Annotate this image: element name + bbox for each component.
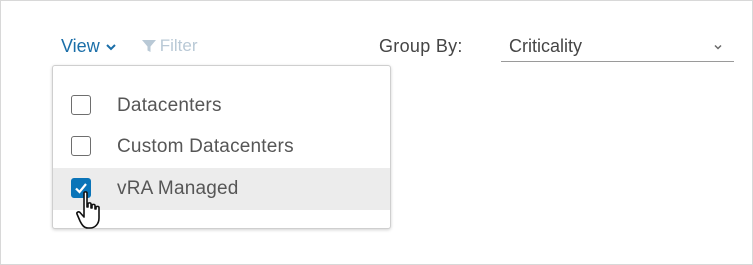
group-by-select[interactable]: Criticality bbox=[501, 31, 734, 62]
funnel-icon bbox=[141, 40, 156, 52]
checkbox-datacenters[interactable] bbox=[71, 95, 91, 115]
view-label: View bbox=[61, 35, 100, 56]
group-by-label: Group By: bbox=[379, 35, 463, 56]
menu-item-datacenters[interactable]: Datacenters bbox=[53, 85, 390, 127]
hand-pointer-cursor-icon bbox=[76, 191, 100, 229]
view-button[interactable]: View bbox=[61, 36, 117, 57]
filter-button[interactable]: Filter bbox=[141, 36, 198, 56]
panel: View Filter Group By: Criticality Datace… bbox=[0, 0, 753, 265]
checkbox-custom-datacenters[interactable] bbox=[71, 136, 91, 156]
filter-label: Filter bbox=[159, 36, 198, 55]
menu-item-label: vRA Managed bbox=[117, 178, 239, 199]
toolbar: View Filter bbox=[61, 31, 197, 61]
chevron-down-icon bbox=[714, 44, 722, 50]
menu-item-label: Datacenters bbox=[117, 95, 222, 116]
menu-item-label: Custom Datacenters bbox=[117, 136, 294, 157]
group-by: Group By: Criticality bbox=[379, 31, 734, 62]
group-by-value: Criticality bbox=[509, 35, 583, 56]
menu-item-custom-datacenters[interactable]: Custom Datacenters bbox=[53, 126, 390, 168]
chevron-down-icon bbox=[105, 44, 116, 51]
